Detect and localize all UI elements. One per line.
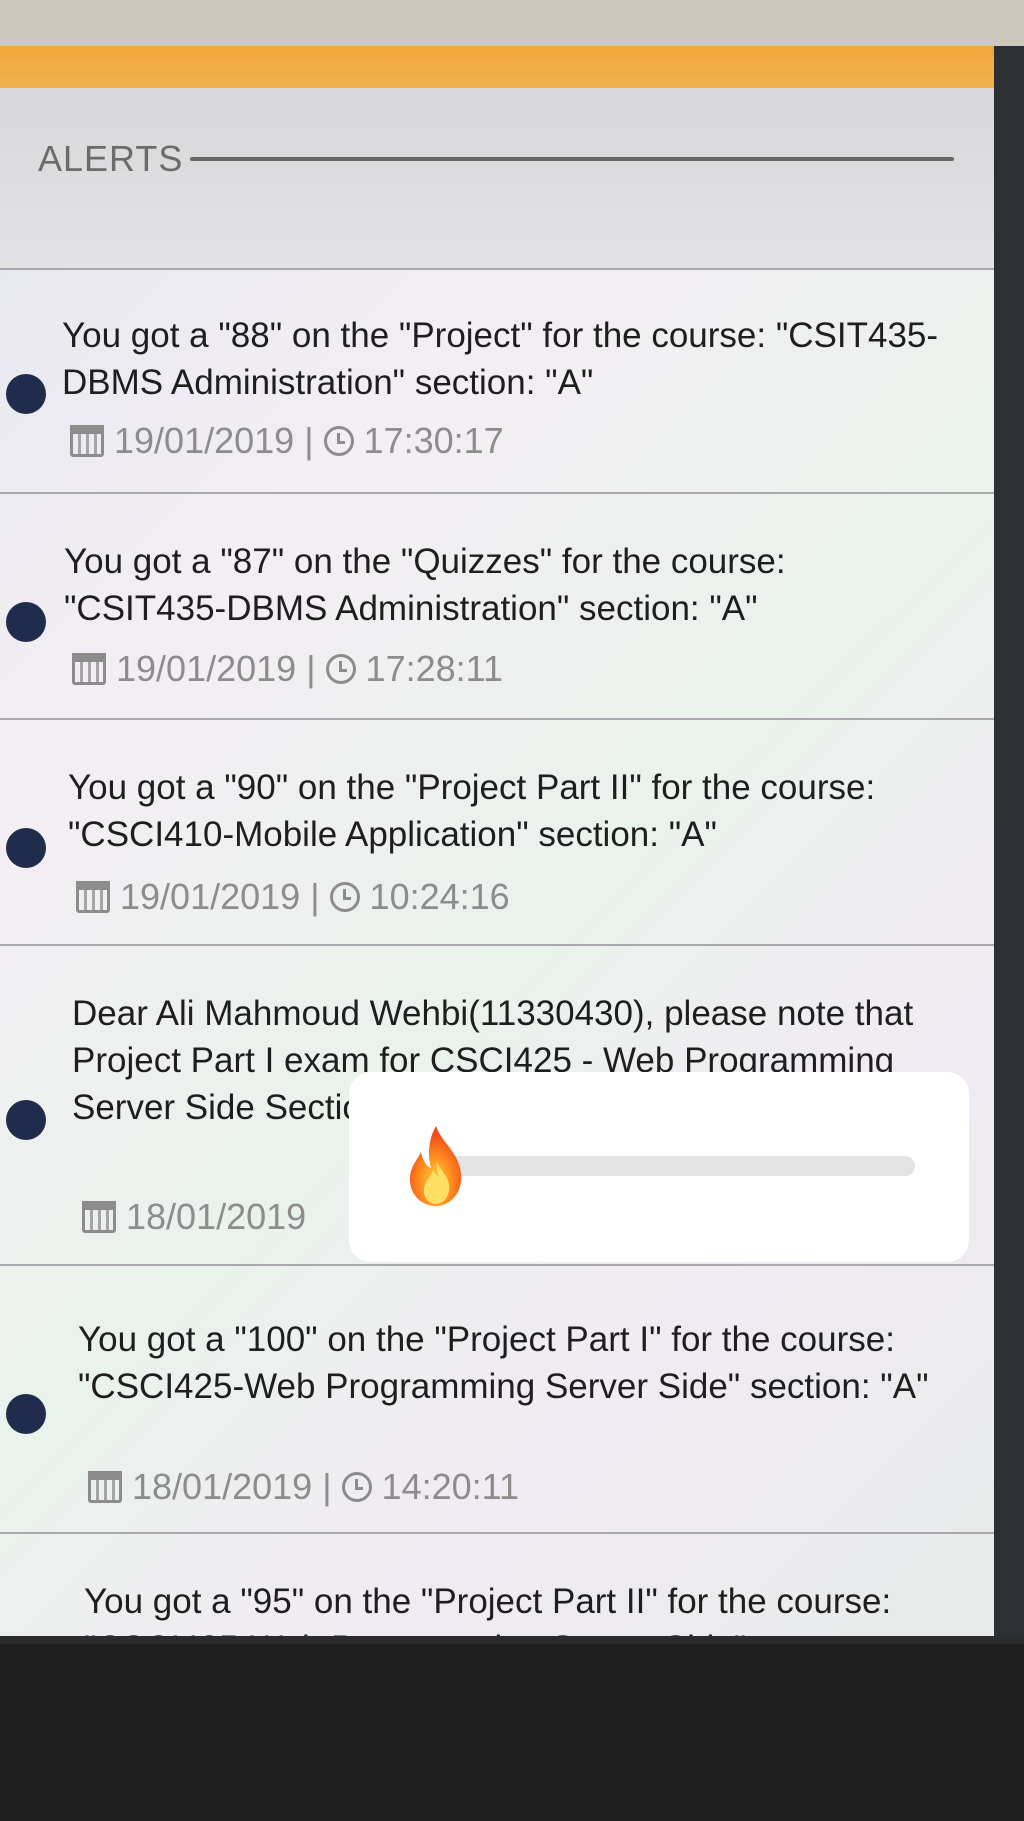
calendar-icon [72, 653, 106, 685]
alert-meta: 19/01/2019 | 17:30:17 [70, 420, 504, 462]
story-bottom-area [0, 1636, 1024, 1821]
alert-message: You got a "87" on the "Quizzes" for the … [64, 542, 786, 628]
alert-meta: 18/01/2019 | 14:20:11 [88, 1466, 519, 1508]
top-strip [0, 0, 1024, 48]
alert-time: 14:20:11 [381, 1466, 520, 1507]
clock-icon [341, 1472, 372, 1502]
alert-item[interactable]: You got a "87" on the "Quizzes" for the … [0, 492, 996, 720]
calendar-icon [70, 425, 104, 457]
app-top-bar [0, 46, 996, 88]
alert-date: 19/01/2019 [114, 420, 295, 461]
unread-dot-icon [6, 1100, 46, 1140]
alert-meta: 19/01/2019 | 17:28:11 [72, 648, 503, 690]
phone-screen: ALERTS You got a "88" on the "Project" f… [0, 46, 996, 1636]
clock-icon [323, 426, 354, 456]
device-bezel-bottom [0, 1636, 1024, 1644]
meta-separator: | [310, 876, 320, 917]
fire-icon[interactable] [401, 1122, 471, 1208]
emoji-slider-sticker[interactable] [349, 1072, 969, 1262]
meta-separator: | [304, 420, 314, 461]
alert-date: 18/01/2019 [132, 1466, 313, 1507]
page-title: ALERTS [38, 138, 184, 179]
alert-meta: 18/01/2019 [82, 1196, 306, 1238]
alert-item[interactable]: You got a "100" on the "Project Part I" … [0, 1264, 996, 1534]
alert-date: 18/01/2019 [126, 1196, 307, 1237]
alert-time: 10:24:16 [369, 876, 510, 917]
alert-message: You got a "100" on the "Project Part I" … [78, 1320, 929, 1406]
alert-message: You got a "90" on the "Project Part II" … [68, 768, 876, 854]
alert-time: 17:30:17 [363, 420, 504, 461]
clock-icon [329, 882, 360, 912]
alert-date: 19/01/2019 [120, 876, 301, 917]
unread-dot-icon [6, 602, 46, 642]
alert-message: You got a "88" on the "Project" for the … [62, 316, 939, 402]
unread-dot-icon [6, 374, 46, 414]
header-divider [190, 157, 954, 161]
unread-dot-icon [6, 828, 46, 868]
alert-item[interactable]: You got a "90" on the "Project Part II" … [0, 718, 996, 946]
alert-date: 19/01/2019 [116, 648, 297, 689]
calendar-icon [82, 1201, 116, 1233]
alert-item[interactable]: You got a "88" on the "Project" for the … [0, 268, 996, 494]
alert-time: 17:28:11 [365, 648, 504, 689]
alert-item[interactable]: You got a "95" on the "Project Part II" … [0, 1532, 996, 1636]
device-bezel [994, 46, 1024, 1636]
calendar-icon [88, 1471, 122, 1503]
emoji-slider-track[interactable] [445, 1156, 915, 1176]
clock-icon [325, 654, 356, 684]
meta-separator: | [322, 1466, 332, 1507]
meta-separator: | [306, 648, 316, 689]
calendar-icon [76, 881, 110, 913]
unread-dot-icon [6, 1394, 46, 1434]
alert-meta: 19/01/2019 | 10:24:16 [76, 876, 510, 918]
alert-message: You got a "95" on the "Project Part II" … [84, 1582, 892, 1636]
